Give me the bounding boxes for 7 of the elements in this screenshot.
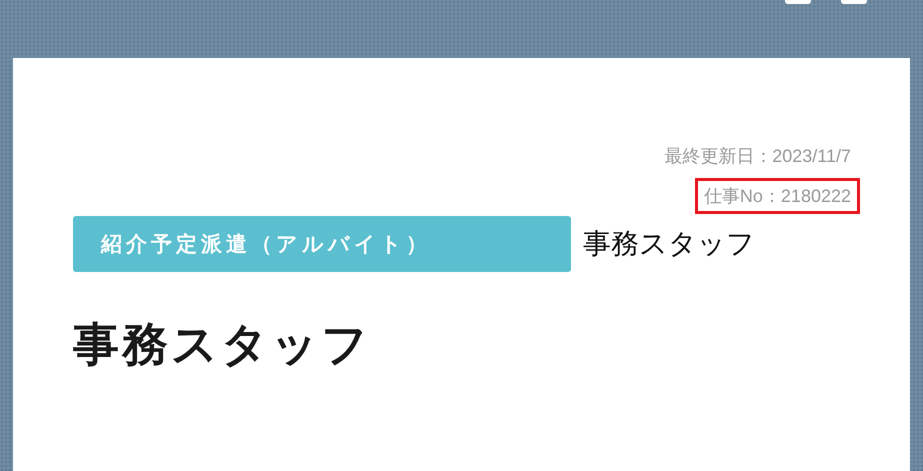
category-tag: 紹介予定派遣（アルバイト）: [73, 216, 571, 272]
job-subtitle: 事務スタッフ: [583, 226, 755, 262]
job-title: 事務スタッフ: [73, 316, 372, 373]
header-tab[interactable]: [785, 0, 811, 4]
header-tab[interactable]: [841, 0, 867, 4]
job-number: 仕事No：2180222: [694, 178, 860, 214]
last-updated-date: 最終更新日：2023/11/7: [663, 145, 852, 168]
